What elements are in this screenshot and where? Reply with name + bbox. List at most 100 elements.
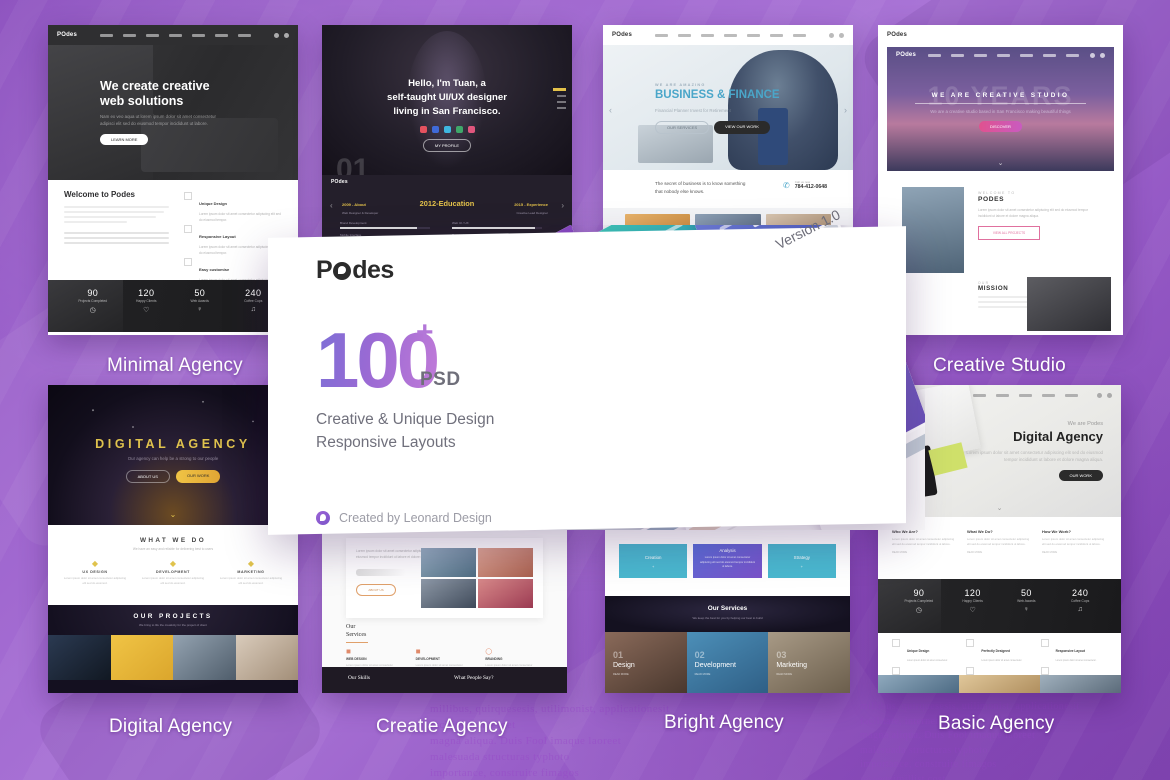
service-link[interactable]: READ MORE	[776, 673, 792, 676]
column-item: What We Do? Lorem ipsum dolor sit amet c…	[967, 529, 1032, 567]
mockup-hero-button[interactable]: DISCOVER	[979, 121, 1022, 133]
mockup-brand: POdes	[896, 52, 917, 58]
mockup-hero: WE ARE AMAZING BUSINESS & FINANCE Financ…	[603, 45, 853, 170]
mockup-hero-title: BUSINESS & FINANCE	[655, 89, 780, 101]
mockup-minimal-agency[interactable]: POdes We create creative web solutions N…	[48, 25, 298, 335]
column-body: Lorem ipsum dolor sit amet consectetur a…	[1042, 537, 1105, 547]
mockup-hero-subtitle: Our agency can help be a strong to our p…	[127, 456, 219, 461]
search-icon[interactable]	[1089, 52, 1105, 58]
mockup-feature: Unique Design Lorem ipsum dolor sit amet …	[892, 639, 958, 663]
mockup-hero-button[interactable]: LEARN MORE	[100, 133, 149, 145]
service-tile[interactable]: 03 Marketing READ MORE	[768, 632, 850, 693]
stat-number: 50	[1020, 588, 1032, 598]
testimonial-title: What People Say?	[454, 675, 494, 681]
mockup-hero-button-1[interactable]: OUR SERVICES	[655, 121, 710, 135]
mockup-hero: Hello, I'm Tuan, a self-taught UI/UX des…	[322, 25, 572, 175]
mockup-side-nav[interactable]	[553, 88, 566, 109]
service-tile[interactable]: 02 Development READ MORE	[686, 632, 769, 693]
column-title: What We Do?	[967, 529, 993, 534]
social-icons[interactable]	[322, 125, 572, 133]
service-tile[interactable]: 01 Design READ MORE	[605, 632, 687, 693]
column-link[interactable]: READ MORE	[1042, 551, 1107, 554]
feature-icon	[892, 639, 900, 647]
arrow-left-icon[interactable]: ‹	[609, 105, 612, 115]
arrow-right-icon[interactable]: ›	[561, 201, 564, 210]
stat-caption: Projects Completed	[904, 599, 934, 603]
mockup-hero-title: We create creative web solutions	[100, 79, 210, 108]
timeline-right: 2015 - Experience	[514, 202, 548, 207]
feature-body: Lorem ipsum dolor sit amet consectetur.	[981, 660, 1023, 662]
mockup-section-title: Welcome to Podes	[64, 190, 135, 199]
mockup-digital-agency[interactable]: POdes DIGITAL AGENCY Our agency can help…	[48, 385, 298, 693]
service-icon: ◆	[91, 559, 99, 568]
mockup-hero-subtitle: We are a creative studio based in San Fr…	[930, 109, 1071, 114]
scroll-down-icon[interactable]: ⌄	[887, 159, 1114, 167]
bright-card[interactable]: Strategy +	[767, 544, 836, 578]
stat-caption: Happy Clients	[135, 299, 157, 303]
heart-icon: ♡	[969, 607, 976, 614]
mockup-hero-button-1[interactable]: ABOUT US	[125, 470, 170, 484]
mockup-section-button[interactable]: VIEW ALL PROJECTS	[978, 226, 1040, 241]
about-button[interactable]: ABOUT US	[356, 584, 396, 597]
mockup-brand: POdes	[887, 32, 908, 38]
stat-number: 240	[1072, 588, 1089, 598]
feature-icon	[184, 225, 192, 233]
product-credit-text: Created by Leonard Design	[339, 511, 492, 525]
feature-title: Responsive Layout	[1055, 649, 1085, 653]
product-plus: +	[416, 316, 434, 349]
stat-caption: Web Awards	[1017, 599, 1036, 603]
mockup-hero-button-2[interactable]: OUR WORK	[175, 470, 221, 484]
arrow-left-icon[interactable]: ‹	[330, 201, 333, 210]
bright-card[interactable]: Analysis Lorem ipsum dolor sit amet cons…	[693, 544, 762, 578]
feature-body: Lorem ipsum dolor sit amet consectetur a…	[199, 212, 281, 222]
stat-caption: Happy Clients	[962, 599, 983, 603]
bulb-icon: ♀	[1023, 606, 1029, 613]
label-creatie-agency: Creatie Agency	[376, 716, 508, 737]
search-icon[interactable]	[828, 32, 844, 38]
column-body: Lorem ipsum dolor sit amet consectetur a…	[892, 537, 955, 547]
mockup-hero-button-2[interactable]: VIEW OUR WORK	[714, 121, 770, 135]
service-link[interactable]: READ MORE	[695, 673, 711, 676]
service-link[interactable]: READ MORE	[613, 673, 629, 676]
mockup-project-grid[interactable]	[48, 635, 298, 680]
column-link[interactable]: READ MORE	[967, 551, 1032, 554]
mockup-nav-links	[927, 53, 1079, 57]
search-icon[interactable]	[1096, 392, 1112, 398]
column-link[interactable]: READ MORE	[892, 551, 957, 554]
service-body: Lorem ipsum dolor sit amet consectetur a…	[219, 576, 283, 586]
stat-number: 50	[194, 288, 206, 298]
bright-card-title: Strategy	[793, 555, 810, 560]
search-icon[interactable]	[273, 32, 289, 38]
mockup-portfolio[interactable]: POdes Hello, I'm Tuan, a self-taught UI/…	[322, 25, 572, 240]
mockup-big-number: 01	[336, 153, 370, 175]
column-body: Lorem ipsum dolor sit amet consectetur a…	[967, 537, 1030, 547]
leonard-logo-icon	[316, 511, 330, 525]
mockup-hero: POdes 10 YEARS WE ARE CREATIVE STUDIO We…	[887, 47, 1114, 171]
mockup-hero: We create creative web solutions Nam ex …	[48, 45, 298, 180]
mockup-business-finance[interactable]: POdes WE ARE AMAZING BUSINESS & FINANCE …	[603, 25, 853, 240]
mockup-hero-button[interactable]: OUR WORK	[1058, 469, 1103, 481]
bright-card[interactable]: Creation +	[619, 544, 688, 578]
feature-icon	[184, 258, 192, 266]
timeline-left: 2009 - About	[342, 202, 366, 207]
mockup-stats-band: 90 Projects Completed ◷ 120 Happy Client…	[48, 280, 298, 332]
mockup-bright-agency[interactable]: Creation + Analysis Lorem ipsum dolor si…	[605, 530, 850, 693]
feature-icon	[184, 192, 192, 200]
scroll-down-icon[interactable]: ⌄	[48, 510, 298, 519]
plus-icon[interactable]: +	[619, 564, 687, 569]
skills-title: Our Skills	[348, 675, 371, 681]
feature-icon	[966, 639, 975, 647]
services-grid[interactable]: 01 Design READ MORE 02 Development READ …	[605, 632, 850, 693]
mockup-creatie-agency[interactable]: Lorem ipsum dolor sit amet consectetur a…	[322, 520, 567, 693]
feature-title: Responsive Layout	[199, 234, 236, 239]
service-number: 03	[776, 650, 787, 660]
arrow-right-icon[interactable]: ›	[844, 105, 847, 115]
stat-item: 50 Web Awards ♀	[1000, 588, 1054, 614]
timeline-center: 2012-Education	[419, 199, 475, 208]
plus-icon[interactable]: +	[768, 564, 836, 569]
service-title: DEVELOPMENT	[156, 570, 190, 574]
mockup-hero-button[interactable]: MY PROFILE	[422, 138, 472, 152]
team-photo-grid	[421, 548, 533, 608]
heart-icon: ♡	[143, 307, 150, 314]
feature-title: Perfectly Designed	[981, 649, 1011, 653]
